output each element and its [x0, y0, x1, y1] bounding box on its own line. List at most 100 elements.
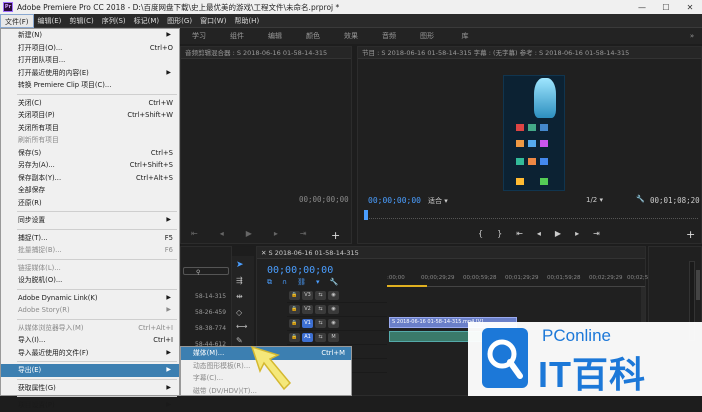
menu-item-close-all[interactable]: 关闭所有项目 [1, 122, 179, 135]
eye-icon[interactable]: ◉ [328, 291, 339, 300]
mixer-add-icon[interactable]: + [331, 229, 340, 242]
wrench-icon[interactable]: 🔧 [636, 195, 645, 203]
mixer-next-icon[interactable]: ⇥ [300, 229, 307, 238]
timeline-settings-icon[interactable]: 🔧 [330, 278, 339, 287]
mixer-back-icon[interactable]: ◂ [220, 229, 224, 238]
menu-help[interactable]: 帮助(H) [230, 14, 263, 28]
mute-icon[interactable]: M [328, 333, 339, 342]
workspace-tab-learn[interactable]: 学习 [180, 31, 218, 41]
project-search-input[interactable]: ⚲ [183, 267, 229, 276]
selection-tool-icon[interactable]: ➤ [236, 260, 244, 270]
audio-mixer-header[interactable]: 音频剪辑混合器 : S 2018-06-16 01-58-14-315 [181, 47, 351, 59]
track-target[interactable]: V1 [302, 319, 313, 328]
menu-graphics[interactable]: 图形(G) [163, 14, 196, 28]
menu-item-open-recent[interactable]: 打开最近使用的内容(E) ▶ [1, 67, 179, 80]
workspace-tab-effects[interactable]: 效果 [332, 31, 370, 41]
menu-item-dynamic-link[interactable]: Adobe Dynamic Link(K) ▶ [1, 292, 179, 305]
menu-item-close[interactable]: 关闭(C) Ctrl+W [1, 97, 179, 110]
timeline-tab[interactable]: ✕ S 2018-06-16 01-58-14-315 [257, 247, 645, 259]
menu-item-save-as[interactable]: 另存为(A)... Ctrl+Shift+S [1, 159, 179, 172]
snap-icon[interactable]: ∩ [282, 278, 287, 287]
play-icon[interactable]: ▶ [555, 229, 561, 238]
work-area-bar[interactable] [387, 285, 427, 287]
mixer-forward-icon[interactable]: ▸ [274, 229, 278, 238]
close-button[interactable]: ✕ [678, 3, 702, 12]
menu-item-convert-clip[interactable]: 转换 Premiere Clip 项目(C)... [1, 79, 179, 92]
track-lock-icon[interactable]: 🔒 [289, 291, 300, 300]
program-scrubber[interactable] [366, 211, 698, 219]
timeline-timecode[interactable]: 00;00;00;00 [267, 265, 333, 276]
track-lock-icon[interactable]: 🔒 [289, 333, 300, 342]
eye-icon[interactable]: ◉ [328, 305, 339, 314]
sync-lock-icon[interactable]: ⇆ [315, 333, 326, 342]
pen-tool-icon[interactable]: ✎ [236, 336, 243, 345]
menu-sequence[interactable]: 序列(S) [98, 14, 130, 28]
menu-item-import-recent[interactable]: 导入最近使用的文件(F) ▶ [1, 347, 179, 360]
go-to-out-icon[interactable]: ⇥ [593, 229, 600, 238]
step-back-icon[interactable]: ◂ [537, 229, 541, 238]
program-timecode[interactable]: 00;00;00;00 [368, 196, 421, 205]
mixer-play-icon[interactable]: ▶ [246, 229, 252, 238]
project-item[interactable]: 58-14-315 [195, 293, 226, 300]
menu-file[interactable]: 文件(F) [0, 13, 34, 28]
menu-item-export[interactable]: 导出(E) ▶ [1, 364, 179, 377]
workspace-tab-libraries[interactable]: 库 [446, 31, 484, 41]
step-forward-icon[interactable]: ▸ [575, 229, 579, 238]
menu-item-save-copy[interactable]: 保存副本(Y)... Ctrl+Alt+S [1, 172, 179, 185]
menu-item-make-offline[interactable]: 设为脱机(O)... [1, 274, 179, 287]
linked-selection-icon[interactable]: ⛓ [297, 278, 306, 287]
razor-tool-icon[interactable]: ◇ [236, 308, 242, 317]
sync-lock-icon[interactable]: ⇆ [315, 291, 326, 300]
ripple-edit-icon[interactable]: ⇹ [236, 292, 243, 301]
slip-tool-icon[interactable]: ⟷ [236, 322, 247, 331]
project-item[interactable]: 58-26-459 [195, 309, 226, 316]
playhead-icon[interactable] [364, 210, 368, 220]
menu-item-open-project[interactable]: 打开项目(O)... Ctrl+O [1, 42, 179, 55]
mark-in-icon[interactable]: { [478, 229, 483, 238]
sync-lock-icon[interactable]: ⇆ [315, 305, 326, 314]
menu-item-save[interactable]: 保存(S) Ctrl+S [1, 147, 179, 160]
workspace-tab-color[interactable]: 颜色 [294, 31, 332, 41]
menu-window[interactable]: 窗口(W) [196, 14, 230, 28]
track-target[interactable]: V2 [302, 305, 313, 314]
mixer-prev-icon[interactable]: ⇤ [191, 229, 198, 238]
menu-item-close-project[interactable]: 关闭项目(P) Ctrl+Shift+W [1, 109, 179, 122]
minimize-button[interactable]: — [630, 3, 654, 12]
workspace-tab-audio[interactable]: 音频 [370, 31, 408, 41]
add-marker-icon[interactable]: ▾ [316, 278, 320, 287]
track-target[interactable]: V3 [302, 291, 313, 300]
menu-clip[interactable]: 剪辑(C) [65, 14, 97, 28]
fit-dropdown[interactable]: 适合 ▾ [428, 196, 476, 206]
menu-item-new[interactable]: 新建(N) ▶ [1, 29, 179, 42]
panel-scrollbar[interactable] [696, 270, 700, 300]
menu-item-get-properties[interactable]: 获取属性(G) ▶ [1, 382, 179, 395]
workspace-tab-assembly[interactable]: 组件 [218, 31, 256, 41]
mark-out-icon[interactable]: } [497, 229, 502, 238]
go-to-in-icon[interactable]: ⇤ [516, 229, 523, 238]
menu-item-save-all[interactable]: 全部保存 [1, 184, 179, 197]
program-monitor-tabs[interactable]: 节目 : S 2018-06-16 01-58-14-315 字幕 : (无字幕… [358, 47, 701, 59]
workspace-tab-editing[interactable]: 编辑 [256, 31, 294, 41]
menu-edit[interactable]: 编辑(E) [34, 14, 66, 28]
workspace-tab-graphics[interactable]: 图形 [408, 31, 446, 41]
menu-item-sync-settings[interactable]: 同步设置 ▶ [1, 214, 179, 227]
menu-item-revert[interactable]: 还原(R) [1, 197, 179, 210]
project-item[interactable]: 58-38-774 [195, 325, 226, 332]
eye-icon[interactable]: ◉ [328, 319, 339, 328]
nest-icon[interactable]: ⧉ [267, 278, 272, 287]
workspace-more-icon[interactable]: » [682, 32, 702, 40]
track-lock-icon[interactable]: 🔒 [289, 319, 300, 328]
track-lock-icon[interactable]: 🔒 [289, 305, 300, 314]
menu-marker[interactable]: 标记(M) [130, 14, 164, 28]
resolution-dropdown[interactable]: 1/2 ▾ [586, 196, 603, 204]
menu-item-open-team-project[interactable]: 打开团队项目... [1, 54, 179, 67]
sync-lock-icon[interactable]: ⇆ [315, 319, 326, 328]
program-add-icon[interactable]: + [686, 228, 695, 241]
track-select-icon[interactable]: ⇶ [236, 276, 243, 285]
menu-item-import[interactable]: 导入(I)... Ctrl+I [1, 334, 179, 347]
menu-item-project-settings[interactable]: 项目设置(P) ▶ [1, 399, 179, 412]
menu-item-capture[interactable]: 捕捉(T)... F5 [1, 232, 179, 245]
track-target[interactable]: A1 [302, 333, 313, 342]
maximize-button[interactable]: ☐ [654, 3, 678, 12]
close-icon[interactable]: ✕ [261, 249, 269, 257]
